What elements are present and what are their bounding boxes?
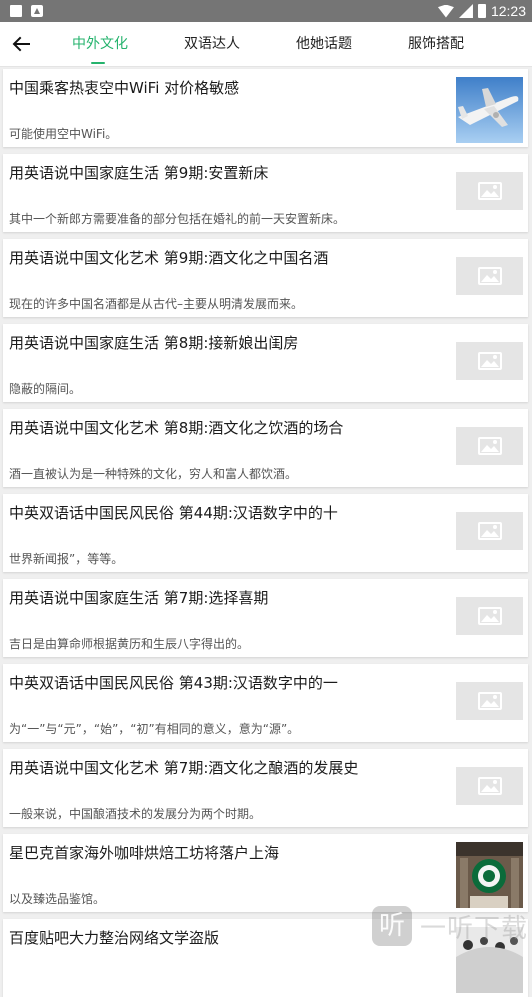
article-card[interactable]: 用英语说中国文化艺术 第7期:酒文化之酿酒的发展史 一般来说，中国酿酒技术的发展…: [3, 749, 528, 827]
article-summary: 一般来说，中国酿酒技术的发展分为两个时期。: [9, 807, 262, 821]
thumbnail-placeholder: [456, 512, 523, 550]
thumbnail-placeholder: [456, 342, 523, 380]
tab-chinese-foreign-culture[interactable]: 中外文化: [72, 22, 128, 66]
app-icon: [31, 5, 43, 17]
active-tab-indicator: [91, 62, 105, 64]
article-title: 用英语说中国家庭生活 第9期:安置新床: [9, 164, 269, 182]
signal-icon: [458, 4, 473, 18]
battery-icon: [477, 4, 486, 18]
image-placeholder-icon: [477, 267, 502, 285]
article-summary: 隐蔽的隔间。: [9, 382, 82, 396]
article-card[interactable]: 中英双语话中国民风民俗 第44期:汉语数字中的十 世界新闻报”，等等。: [3, 494, 528, 572]
article-title: 中国乘客热衷空中WiFi 对价格敏感: [9, 79, 240, 97]
tab-bilingual-expert[interactable]: 双语达人: [184, 22, 240, 66]
article-card[interactable]: 星巴克首家海外咖啡烘焙工坊将落户上海 以及臻选品鉴馆。: [3, 834, 528, 912]
notification-icon: [10, 5, 22, 17]
article-title: 用英语说中国文化艺术 第9期:酒文化之中国名酒: [9, 249, 329, 267]
article-title: 中英双语话中国民风民俗 第43期:汉语数字中的一: [9, 674, 338, 692]
article-summary: 其中一个新郎方需要准备的部分包括在婚礼的前一天安置新床。: [9, 212, 346, 226]
image-placeholder-icon: [477, 692, 502, 710]
thumbnail-placeholder: [456, 767, 523, 805]
image-placeholder-icon: [477, 352, 502, 370]
article-card[interactable]: 中英双语话中国民风民俗 第43期:汉语数字中的一 为“一”与“元”，“始”，“初…: [3, 664, 528, 742]
article-title: 用英语说中国家庭生活 第7期:选择喜期: [9, 589, 269, 607]
image-placeholder-icon: [477, 777, 502, 795]
article-title: 用英语说中国文化艺术 第8期:酒文化之饮酒的场合: [9, 419, 344, 437]
thumbnail-placeholder: [456, 427, 523, 465]
back-button[interactable]: [8, 31, 34, 57]
starbucks-thumbnail: [456, 842, 523, 908]
article-summary: 为“一”与“元”，“始”，“初”有相同的意义，意为“源”。: [9, 722, 300, 736]
article-summary: 吉日是由算命师根据黄历和生辰八字得出的。: [9, 637, 250, 651]
watermark: 听 一听下载: [372, 902, 532, 946]
article-card[interactable]: 用英语说中国文化艺术 第8期:酒文化之饮酒的场合 酒一直被认为是一种特殊的文化，…: [3, 409, 528, 487]
tab-fashion[interactable]: 服饰搭配: [408, 22, 464, 66]
watermark-text: 一听下载: [420, 914, 529, 944]
article-title: 星巴克首家海外咖啡烘焙工坊将落户上海: [9, 844, 280, 862]
article-card[interactable]: 用英语说中国家庭生活 第9期:安置新床 其中一个新郎方需要准备的部分包括在婚礼的…: [3, 154, 528, 232]
article-summary: 可能使用空中WiFi。: [9, 127, 118, 141]
article-card[interactable]: 用英语说中国家庭生活 第8期:接新娘出闺房 隐蔽的隔间。: [3, 324, 528, 402]
watermark-logo: 听: [372, 906, 412, 946]
top-toolbar: 中外文化 双语达人 他她话题 服饰搭配: [0, 22, 532, 67]
airplane-thumbnail: [456, 77, 523, 143]
article-card[interactable]: 用英语说中国文化艺术 第9期:酒文化之中国名酒 现在的许多中国名酒都是从古代–主…: [3, 239, 528, 317]
status-bar: 12:23: [0, 0, 532, 22]
image-placeholder-icon: [477, 437, 502, 455]
image-placeholder-icon: [477, 522, 502, 540]
article-summary: 现在的许多中国名酒都是从古代–主要从明清发展而来。: [9, 297, 304, 311]
wifi-icon: [437, 4, 454, 18]
article-summary: 酒一直被认为是一种特殊的文化，穷人和富人都饮酒。: [9, 467, 298, 481]
status-time: 12:23: [490, 3, 526, 19]
article-card[interactable]: 用英语说中国家庭生活 第7期:选择喜期 吉日是由算命师根据黄历和生辰八字得出的。: [3, 579, 528, 657]
thumbnail-placeholder: [456, 597, 523, 635]
article-title: 用英语说中国家庭生活 第8期:接新娘出闺房: [9, 334, 299, 352]
thumbnail-placeholder: [456, 172, 523, 210]
article-card[interactable]: 中国乘客热衷空中WiFi 对价格敏感 可能使用空中WiFi。: [3, 69, 528, 147]
image-placeholder-icon: [477, 182, 502, 200]
article-title: 中英双语话中国民风民俗 第44期:汉语数字中的十: [9, 504, 338, 522]
tab-his-her-topics[interactable]: 他她话题: [296, 22, 352, 66]
arrow-left-icon: [12, 36, 30, 52]
article-summary: 世界新闻报”，等等。: [9, 552, 124, 566]
thumbnail-placeholder: [456, 682, 523, 720]
thumbnail-placeholder: [456, 257, 523, 295]
image-placeholder-icon: [477, 607, 502, 625]
article-title: 用英语说中国文化艺术 第7期:酒文化之酿酒的发展史: [9, 759, 359, 777]
